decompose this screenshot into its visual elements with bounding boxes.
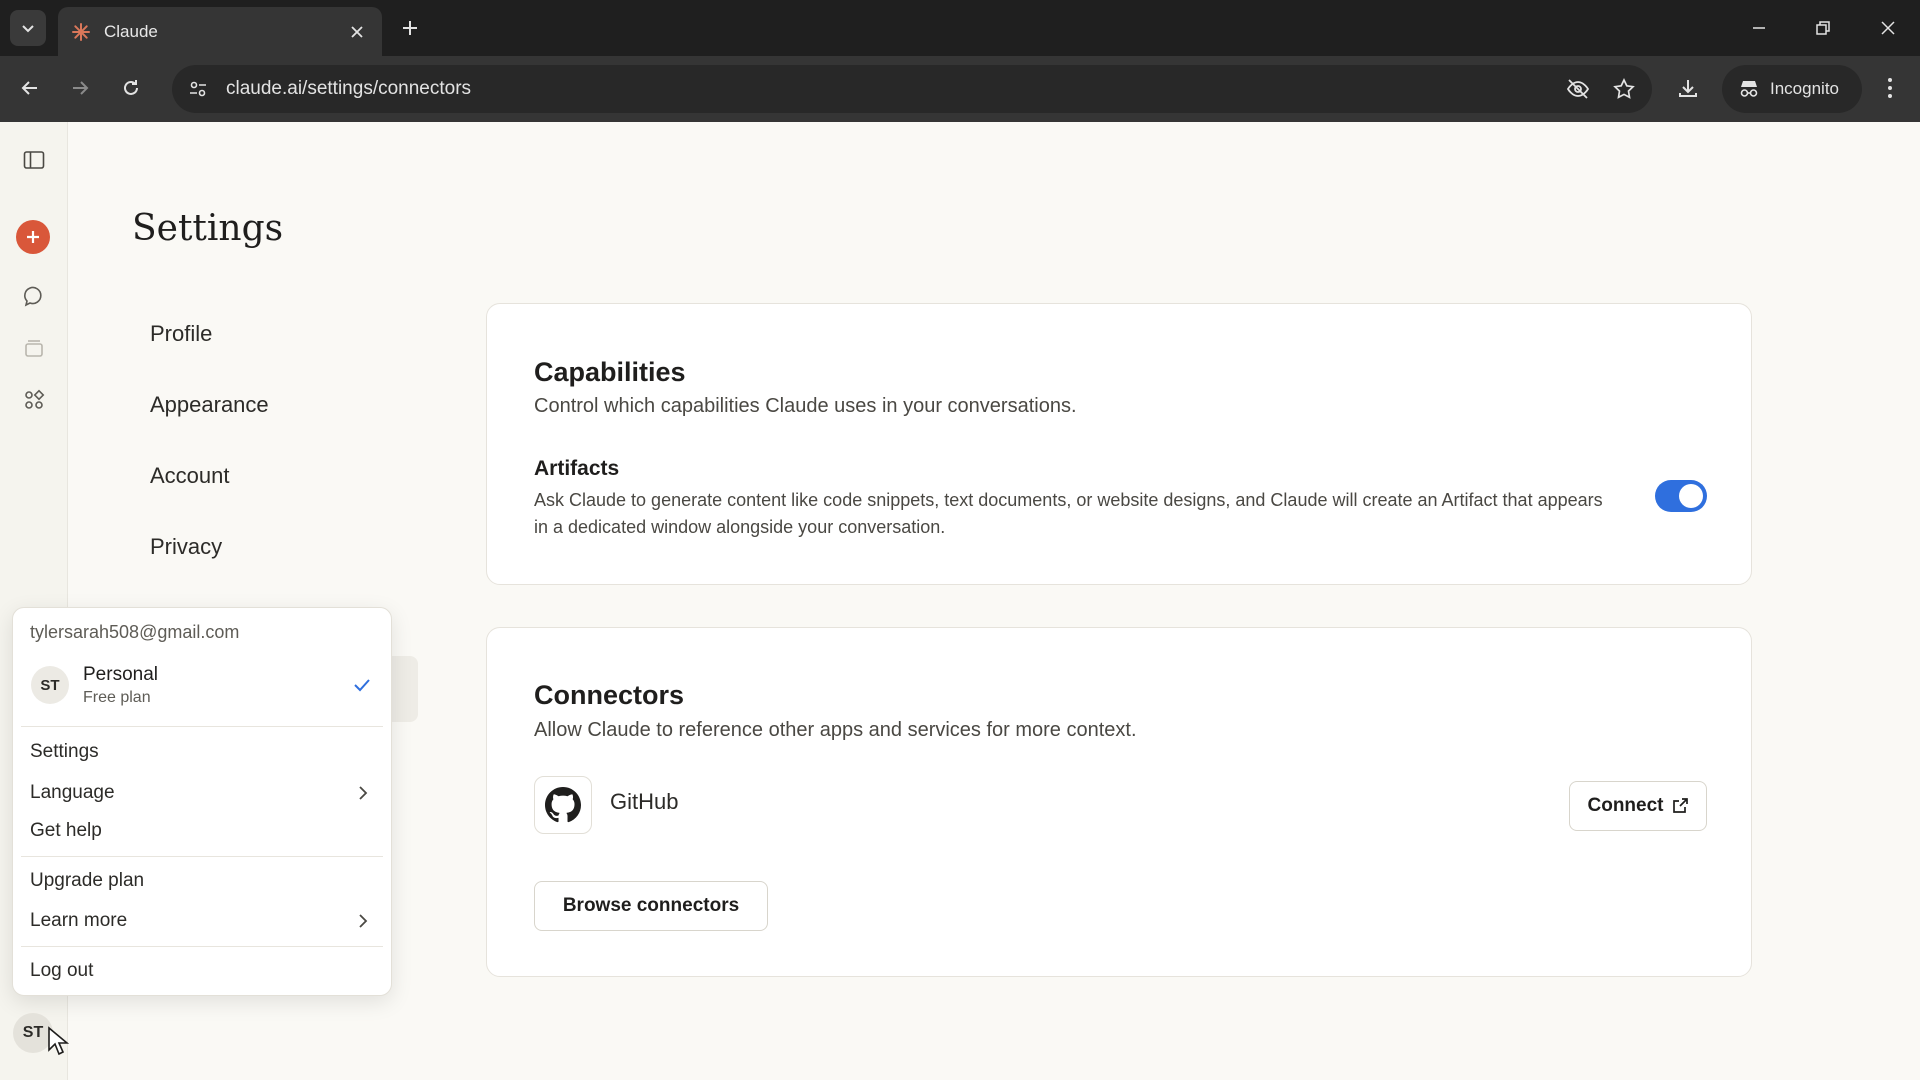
menu-item-label: Upgrade plan: [30, 870, 145, 891]
arrow-right-icon: [73, 81, 89, 95]
artifacts-toggle[interactable]: [1655, 480, 1707, 512]
hidden-nav-item-edge: [392, 656, 418, 722]
browser-tab-bar: Claude: [0, 0, 1920, 56]
settings-nav-profile[interactable]: Profile: [150, 316, 269, 387]
toggle-sidebar-button[interactable]: [16, 142, 52, 178]
page-title: Settings: [132, 208, 284, 249]
checkmark-icon: [349, 672, 375, 698]
chats-button[interactable]: [16, 278, 52, 314]
artifacts-title: Artifacts: [534, 457, 620, 480]
star-icon[interactable]: [1606, 71, 1642, 107]
reload-icon: [124, 80, 138, 95]
chat-bubbles-icon: [24, 286, 42, 307]
minimize-icon: [1753, 27, 1765, 29]
menu-item-label: Learn more: [30, 910, 128, 931]
account-menu: tylersarah508@gmail.com ST Personal Free…: [12, 607, 392, 996]
download-icon: [1679, 80, 1697, 97]
claude-logo-icon: [72, 22, 90, 41]
connectors-card: Connectors Allow Claude to reference oth…: [486, 627, 1752, 977]
downloads-button[interactable]: [1670, 70, 1706, 106]
connectors-title: Connectors: [534, 680, 685, 710]
incognito-icon: [1740, 81, 1758, 97]
menu-divider: [21, 946, 383, 947]
projects-icon: [25, 340, 43, 357]
reload-button[interactable]: [113, 70, 149, 106]
account-switch-item[interactable]: ST Personal Free plan: [21, 654, 383, 716]
close-tab-icon[interactable]: [346, 21, 368, 43]
sidebar-icon: [23, 151, 45, 169]
browser-menu-button[interactable]: [1872, 70, 1908, 106]
address-bar[interactable]: claude.ai/settings/connectors: [172, 65, 1652, 113]
artifacts-description: Ask Claude to generate content like code…: [534, 490, 1603, 537]
incognito-label: Incognito: [1770, 79, 1839, 98]
incognito-indicator[interactable]: Incognito: [1722, 65, 1862, 113]
menu-item-settings[interactable]: Settings: [21, 734, 383, 770]
site-info-icon[interactable]: [180, 71, 216, 107]
menu-divider: [21, 726, 383, 727]
plus-icon: [27, 231, 39, 243]
chevron-right-icon: [353, 911, 373, 931]
browser-tab[interactable]: Claude: [58, 7, 382, 56]
account-email: tylersarah508@gmail.com: [30, 622, 240, 642]
chevron-right-icon: [353, 783, 373, 803]
artifacts-icon: [25, 389, 45, 409]
tab-search-button[interactable]: [10, 10, 46, 46]
arrow-left-icon: [21, 81, 37, 95]
close-icon: [1881, 21, 1895, 35]
menu-item-label: Log out: [30, 960, 94, 981]
settings-nav-account[interactable]: Account: [150, 458, 269, 529]
avatar: ST: [31, 666, 69, 704]
browse-connectors-button[interactable]: Browse connectors: [534, 881, 768, 931]
capabilities-subtitle: Control which capabilities Claude uses i…: [534, 395, 1077, 417]
more-vertical-icon: [1888, 78, 1892, 98]
forward-button[interactable]: [62, 70, 98, 106]
eye-off-icon[interactable]: [1560, 71, 1596, 107]
connect-label: Connect: [1587, 795, 1664, 816]
menu-item-language[interactable]: Language: [21, 775, 383, 811]
back-button[interactable]: [12, 70, 48, 106]
github-icon: [534, 776, 592, 834]
toggle-knob: [1679, 484, 1703, 508]
menu-item-get-help[interactable]: Get help: [21, 813, 383, 849]
new-tab-button[interactable]: [396, 14, 424, 42]
artifacts-button[interactable]: [16, 382, 52, 418]
connect-github-button[interactable]: Connect: [1569, 781, 1707, 831]
restore-icon: [1816, 21, 1830, 35]
menu-item-learn-more[interactable]: Learn more: [21, 903, 383, 939]
minimize-button[interactable]: [1741, 12, 1777, 44]
capabilities-card: Capabilities Control which capabilities …: [486, 303, 1752, 585]
new-chat-button[interactable]: [16, 220, 50, 254]
account-name: Personal: [83, 663, 158, 685]
projects-button[interactable]: [16, 330, 52, 366]
external-link-icon: [1672, 798, 1688, 813]
settings-nav-privacy[interactable]: Privacy: [150, 529, 269, 600]
menu-divider: [21, 856, 383, 857]
connectors-subtitle: Allow Claude to reference other apps and…: [534, 719, 1137, 741]
restore-button[interactable]: [1805, 12, 1841, 44]
plus-icon: [403, 21, 417, 35]
chevron-down-icon: [22, 25, 34, 33]
tab-title: Claude: [104, 21, 158, 41]
account-plan: Free plan: [83, 688, 151, 706]
capabilities-title: Capabilities: [534, 357, 686, 387]
browser-toolbar: claude.ai/settings/connectors Incognito: [0, 56, 1920, 122]
menu-item-log-out[interactable]: Log out: [21, 953, 383, 989]
settings-nav-appearance[interactable]: Appearance: [150, 387, 269, 458]
url-text[interactable]: claude.ai/settings/connectors: [226, 78, 1560, 100]
menu-item-label: Settings: [30, 741, 99, 762]
mouse-cursor-icon: [48, 1026, 69, 1056]
close-window-button[interactable]: [1870, 12, 1906, 44]
menu-item-label: Get help: [30, 820, 102, 841]
menu-item-upgrade-plan[interactable]: Upgrade plan: [21, 863, 383, 899]
menu-item-label: Language: [30, 782, 115, 803]
github-label: GitHub: [610, 789, 679, 814]
settings-nav: Profile Appearance Account Privacy: [150, 316, 269, 600]
